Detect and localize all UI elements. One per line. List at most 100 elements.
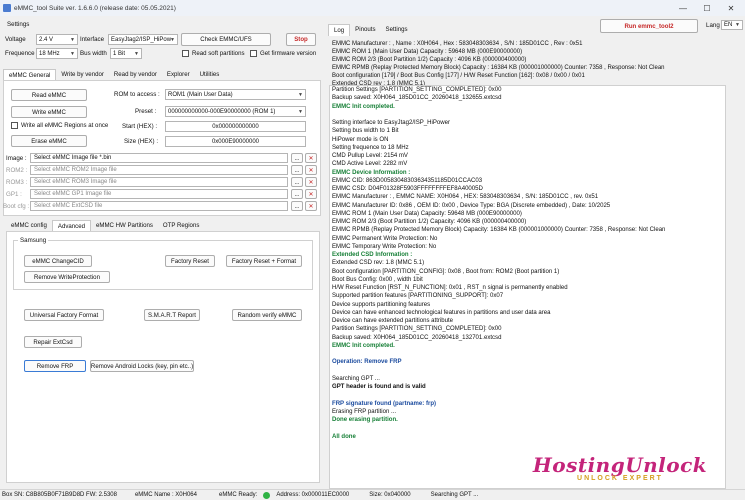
log-line: Supported partition features [PARTITIONI… bbox=[332, 293, 504, 300]
close-icon[interactable]: ✕ bbox=[305, 153, 317, 163]
lang-select[interactable]: EN ▼ bbox=[721, 20, 743, 30]
log-line: Boot Bus Config: 0x00 , width 1bit bbox=[332, 276, 423, 283]
run-emmc-tool2-button[interactable]: Run emmc_tool2 bbox=[600, 19, 698, 33]
log-line: Done erasing partition. bbox=[332, 417, 398, 423]
gp1-browse-button[interactable]: ... bbox=[291, 189, 303, 199]
chevron-down-icon: ▼ bbox=[70, 36, 75, 43]
minimize-button[interactable]: — bbox=[672, 0, 694, 16]
box-sn-text: Box SN: C8B805B0F71B9D8D FW: 2.5308 bbox=[2, 492, 117, 498]
log-line: Setting interface to EasyJtag2/ISP_HiPow… bbox=[332, 120, 450, 126]
read-soft-checkbox[interactable]: Read soft partitions bbox=[182, 50, 245, 57]
log-line: Partition Settings [PARTITION_SETTING_CO… bbox=[332, 326, 502, 333]
log-line: Device can have extended partitions attr… bbox=[332, 318, 454, 324]
log-scrollbar[interactable] bbox=[736, 85, 744, 489]
stop-button[interactable]: Stop bbox=[286, 33, 316, 46]
tab-pinouts[interactable]: Pinouts bbox=[350, 24, 380, 36]
check-emmc-button[interactable]: Check EMMC/UFS bbox=[181, 33, 271, 46]
close-icon[interactable]: ✕ bbox=[305, 177, 317, 187]
rom2-label: ROM2 : bbox=[6, 167, 28, 174]
summary-line: EMMC ROM 2/3 (Boot Partition 1/2) Capaci… bbox=[332, 57, 527, 63]
interface-label: Interface bbox=[80, 36, 105, 43]
remove-frp-button[interactable]: Remove FRP bbox=[24, 360, 86, 372]
maximize-button[interactable]: ☐ bbox=[696, 0, 718, 16]
preset-select[interactable]: 000000000000-000E90000000 (ROM 1) ▼ bbox=[165, 106, 306, 117]
read-emmc-button[interactable]: Read eMMC bbox=[11, 89, 87, 101]
log-line: CMD Pullup Level: 2154 mV bbox=[332, 153, 408, 159]
chevron-down-icon: ▼ bbox=[170, 36, 175, 43]
log-line: EMMC Device Information : bbox=[332, 169, 411, 176]
buswidth-label: Bus width bbox=[80, 50, 107, 57]
rom2-file-input[interactable]: Select eMMC ROM2 Image file bbox=[30, 165, 288, 175]
tab-log[interactable]: Log bbox=[328, 24, 351, 36]
close-button[interactable]: ✕ bbox=[720, 0, 742, 16]
log-line: Setting frequence to 18 MHz bbox=[332, 144, 409, 151]
emmc-ready-text: eMMC Ready: bbox=[218, 492, 258, 498]
ready-indicator-icon bbox=[263, 491, 271, 499]
factory-reset-button[interactable]: Factory Reset bbox=[165, 255, 215, 267]
frequence-select[interactable]: 18 MHz ▼ bbox=[36, 48, 78, 59]
voltage-select[interactable]: 2.4 V ▼ bbox=[36, 34, 78, 45]
rom-access-select[interactable]: ROM1 (Main User Data) ▼ bbox=[165, 89, 306, 100]
samsung-label: Samsung bbox=[18, 237, 49, 244]
start-hex-input[interactable]: 0x000000000000 bbox=[165, 121, 306, 132]
window-title: eMMC_tool Suite ver. 1.6.6.0 (release da… bbox=[14, 4, 176, 12]
bootcfg-browse-button[interactable]: ... bbox=[291, 201, 303, 211]
interface-select[interactable]: EasyJtag2/ISP_HiPow ▼ bbox=[108, 34, 178, 45]
repair-extcsd-button[interactable]: Repair ExtCsd bbox=[24, 336, 82, 348]
close-icon[interactable]: ✕ bbox=[305, 189, 317, 199]
size-text: Size: 0x040000 bbox=[369, 492, 411, 498]
erase-emmc-button[interactable]: Erase eMMC bbox=[11, 135, 87, 147]
voltage-label: Voltage bbox=[5, 36, 26, 43]
buswidth-select[interactable]: 1 Bit ▼ bbox=[110, 48, 142, 59]
title-bar: eMMC_tool Suite ver. 1.6.6.0 (release da… bbox=[0, 0, 745, 16]
watermark-logo: HostingUnlock UNLOCK EXPERT bbox=[520, 455, 720, 489]
write-emmc-button[interactable]: Write eMMC bbox=[11, 106, 87, 118]
emmc-name-text: eMMC Name : X0H064 bbox=[134, 492, 197, 498]
rom2-browse-button[interactable]: ... bbox=[291, 165, 303, 175]
rom3-browse-button[interactable]: ... bbox=[291, 177, 303, 187]
close-icon[interactable]: ✕ bbox=[305, 165, 317, 175]
log-line: EMMC Init completed. bbox=[332, 103, 395, 110]
tab-settings[interactable]: Settings bbox=[381, 24, 413, 36]
log-panel[interactable]: Partition Settings [PARTITION_SETTING_CO… bbox=[329, 85, 726, 489]
app-icon bbox=[3, 4, 11, 12]
remove-writeprotection-button[interactable]: Remove WriteProtection bbox=[24, 271, 110, 283]
image-file-input[interactable]: Select eMMC Image file *.bin bbox=[30, 153, 288, 163]
smart-report-button[interactable]: S.M.A.R.T Report bbox=[144, 309, 200, 321]
log-line: All done bbox=[332, 433, 356, 440]
status-bar: Box SN: C8B805B0F71B9D8D FW: 2.5308 eMMC… bbox=[0, 489, 745, 500]
log-line: Device can have enhanced technological f… bbox=[332, 309, 551, 316]
size-hex-input[interactable]: 0x000E90000000 bbox=[165, 136, 306, 147]
close-icon[interactable]: ✕ bbox=[305, 201, 317, 211]
remove-android-locks-button[interactable]: Remove Android Locks (key, pin etc..) bbox=[90, 360, 194, 372]
log-line: Backup saved: X0H064_185D01CC_20260418_1… bbox=[332, 334, 502, 341]
chevron-down-icon: ▼ bbox=[70, 50, 75, 57]
random-verify-button[interactable]: Random verify eMMC bbox=[232, 309, 302, 321]
gp1-file-input[interactable]: Select eMMC GP1 Image file bbox=[30, 189, 288, 199]
write-all-checkbox[interactable]: Write all eMMC Regions at once bbox=[11, 122, 108, 129]
log-line: Operation: Remove FRP bbox=[332, 359, 402, 366]
image-label: Image : bbox=[6, 155, 27, 162]
universal-factory-format-button[interactable]: Universal Factory Format bbox=[24, 309, 104, 321]
bootcfg-file-input[interactable]: Select eMMC ExtCSD file bbox=[30, 201, 288, 211]
rom3-file-input[interactable]: Select eMMC ROM3 Image file bbox=[30, 177, 288, 187]
log-line: Backup saved: X0H064_185D01CC_20260418_1… bbox=[332, 95, 502, 102]
summary-line: Boot configuration [179] / Boot Bus Conf… bbox=[332, 73, 585, 79]
settings-label: Settings bbox=[7, 21, 30, 28]
factory-reset-format-button[interactable]: Factory Reset + Format bbox=[226, 255, 302, 267]
summary-line: EMMC Manufacturer : , Name : X0H064 , He… bbox=[332, 41, 583, 47]
log-line: EMMC Manufacturer : , EMMC NAME: X0H064 … bbox=[332, 194, 599, 201]
start-hex-label: Start (HEX) : bbox=[122, 123, 158, 130]
summary-line: EMMC ROM 1 (Main User Data) Capacity : 5… bbox=[332, 49, 523, 55]
log-line: EMMC ROM 2/3 (Boot Partition 1/2) Capaci… bbox=[332, 219, 527, 225]
lang-label: Lang bbox=[706, 22, 720, 29]
chevron-down-icon: ▼ bbox=[298, 91, 303, 98]
image-browse-button[interactable]: ... bbox=[291, 153, 303, 163]
log-line: HiPower mode is ON bbox=[332, 136, 389, 143]
log-line: CMD Active Level: 2282 mV bbox=[332, 161, 408, 168]
get-firmware-checkbox[interactable]: Get firmware version bbox=[250, 50, 316, 57]
frequence-label: Frequence bbox=[5, 50, 35, 57]
address-text: Address: 0x000011EC0000 bbox=[276, 492, 350, 498]
emmc-changecid-button[interactable]: eMMC ChangeCID bbox=[24, 255, 92, 267]
